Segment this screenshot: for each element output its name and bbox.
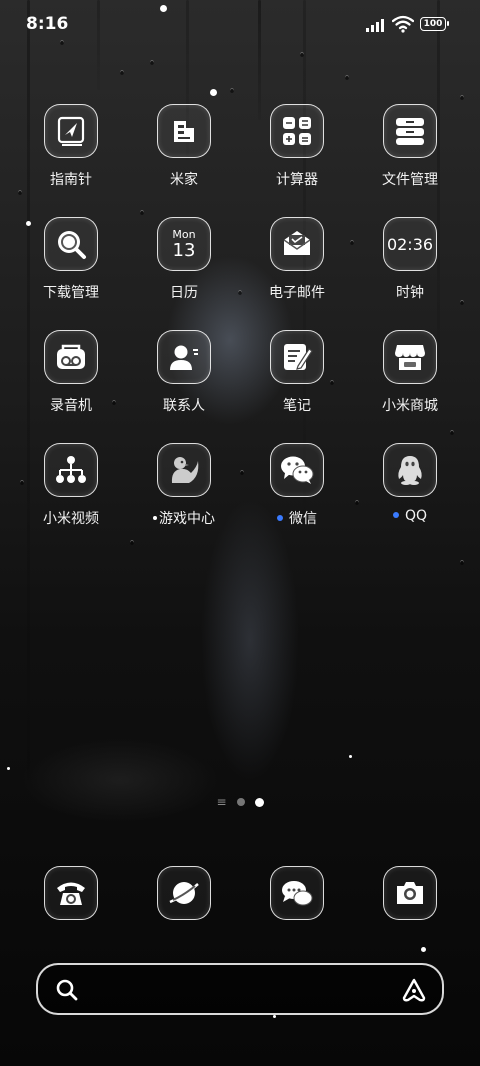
app-calendar[interactable]: Mon 13 日历 [128,217,240,302]
wechat-icon [270,443,324,497]
app-label: 小米视频 [43,511,99,527]
app-clock[interactable]: 02:36 时钟 [354,217,466,302]
app-label: 小米商城 [382,398,438,414]
app-label: 文件管理 [382,172,438,188]
app-calculator[interactable]: 计算器 [241,104,353,189]
app-label: 计算器 [276,172,318,188]
app-contacts[interactable]: 联系人 [128,330,240,415]
app-label: 下载管理 [43,285,99,301]
compass-icon [44,104,98,158]
notification-dot [153,516,157,520]
list-view-icon[interactable]: ≡ [216,795,226,809]
search-bar[interactable] [36,963,444,1015]
dock-camera[interactable] [354,866,466,920]
app-label: 时钟 [396,285,424,301]
page-dot-2-active[interactable] [254,797,264,807]
battery-icon: 100 [420,17,449,31]
mi-store-icon [383,330,437,384]
phone-icon [44,866,98,920]
dock-phone[interactable] [15,866,127,920]
messages-icon [270,866,324,920]
app-label: 电子邮件 [269,285,325,301]
email-icon [270,217,324,271]
recorder-icon [44,330,98,384]
app-wechat[interactable]: 微信 [241,443,353,528]
notification-dot [277,515,283,521]
app-download-manager[interactable]: 下载管理 [15,217,127,302]
wifi-icon [392,15,414,33]
search-icon [56,979,78,1001]
calendar-date: 13 [172,239,196,261]
app-mi-store[interactable]: 小米商城 [354,330,466,415]
page-dot-1[interactable] [236,798,245,806]
app-label: 米家 [170,172,198,188]
download-manager-icon [44,217,98,271]
app-label: 笔记 [283,398,311,414]
mijia-icon [157,104,211,158]
mi-video-icon [44,443,98,497]
clock-time: 02:36 [386,234,434,254]
clock-icon: 02:36 [383,217,437,271]
app-game-center[interactable]: 游戏中心 [128,443,240,528]
app-qq[interactable]: QQ [354,443,466,524]
assistant-icon[interactable] [400,977,428,1003]
battery-level: 100 [423,19,443,29]
dock-browser[interactable] [128,866,240,920]
notes-icon [270,330,324,384]
app-mi-video[interactable]: 小米视频 [15,443,127,528]
app-label: 游戏中心 [128,508,240,528]
app-file-manager[interactable]: 文件管理 [354,104,466,189]
app-mijia[interactable]: 米家 [128,104,240,189]
game-center-icon [157,443,211,497]
dock-messages[interactable] [241,866,353,920]
contacts-icon [157,330,211,384]
app-compass[interactable]: 指南针 [15,104,127,189]
file-manager-icon [383,104,437,158]
app-recorder[interactable]: 录音机 [15,330,127,415]
app-label: 日历 [170,285,198,301]
page-indicator[interactable]: ≡ [0,795,480,809]
notification-dot [392,512,399,518]
app-label: 微信 [241,508,353,528]
app-notes[interactable]: 笔记 [241,330,353,415]
calculator-icon [270,104,324,158]
browser-icon [157,866,211,920]
app-label: 联系人 [163,398,205,414]
calendar-icon: Mon 13 [157,217,211,271]
camera-icon [383,866,437,920]
qq-icon [383,443,437,497]
app-label: 录音机 [50,398,92,414]
status-time: 8:16 [26,14,69,34]
calendar-weekday: Mon [172,227,196,241]
cellular-signal-icon [366,18,388,32]
status-bar: 8:16 100 [0,0,480,50]
app-label: QQ [354,508,466,524]
app-label: 指南针 [50,172,92,188]
app-email[interactable]: 电子邮件 [241,217,353,302]
